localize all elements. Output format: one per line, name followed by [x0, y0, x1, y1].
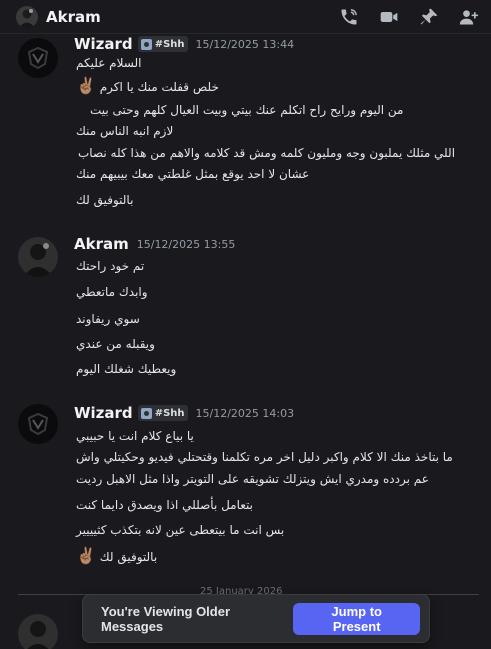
message-line: بالتوفيق لك: [76, 193, 134, 207]
wizard-avatar[interactable]: [18, 404, 58, 444]
message-line: يا بياع كلام انت يا حبيبي: [76, 429, 194, 443]
tag-label: #Shh: [154, 407, 185, 419]
message-line: ما بتاخذ منك الا كلام واكبر دليل اخر مره…: [76, 450, 453, 464]
message-line: بس انت ما بيتعطى عين لانه بتكذب كثيييير: [76, 523, 285, 537]
server-tag[interactable]: #Shh: [137, 405, 188, 421]
message-line: السلام عليكم: [76, 56, 142, 70]
pin-icon[interactable]: [417, 5, 441, 29]
akram-message-avatar[interactable]: [18, 237, 58, 277]
older-messages-text: You're Viewing Older Messages: [101, 603, 231, 634]
wizard-avatar[interactable]: [18, 38, 58, 78]
message-line: ✌🏽 بالتوفيق لك: [76, 546, 157, 565]
victory-hand-emoji: ✌🏽: [76, 546, 96, 565]
message-text: بالتوفيق لك: [99, 550, 158, 564]
message-timestamp: 15/12/2025 13:55: [136, 237, 236, 251]
server-tag[interactable]: #Shh: [137, 36, 188, 52]
voice-call-icon[interactable]: [337, 5, 361, 29]
video-call-icon[interactable]: [377, 5, 401, 29]
tag-icon: [140, 38, 152, 50]
older-messages-bar: You're Viewing Older Messages Jump to Pr…: [82, 594, 430, 643]
message-line: من اليوم ورايح راح اتكلم عنك بيتي وبيت ا…: [90, 103, 404, 117]
message-line: سوي ريفاوند: [76, 312, 140, 326]
message-timestamp: 15/12/2025 14:03: [195, 406, 295, 420]
message-line: بتعامل بأصللي اذا ويصدق دايما كنت: [76, 498, 254, 512]
message-line: عشان لا احد يوقع بمثل غلطتي معك بيبيهم م…: [76, 167, 310, 181]
message-line: لازم انبه الناس منك: [76, 124, 174, 138]
message-line: تم خود راحتك: [76, 259, 145, 273]
message-author[interactable]: Wizard: [74, 404, 133, 422]
header-title: Akram: [46, 7, 101, 26]
message-line: وابدك ماتعطي: [76, 285, 148, 299]
tag-label: #Shh: [154, 38, 185, 50]
akram-avatar[interactable]: [16, 5, 38, 28]
add-friends-icon[interactable]: [457, 5, 481, 29]
message-line: ✌🏽 خلص قفلت منك يا اكرم: [76, 76, 219, 95]
akram-message-avatar[interactable]: [18, 614, 58, 649]
message-author[interactable]: Akram: [74, 235, 129, 253]
message-text: خلص قفلت منك يا اكرم: [99, 80, 219, 94]
message-line: عم بردده ومدري ايش ويتزلك تشويقه على الت…: [76, 472, 429, 486]
message-timestamp: 15/12/2025 13:44: [195, 37, 295, 51]
message-author[interactable]: Wizard: [74, 35, 133, 53]
jump-to-present-button[interactable]: Jump to Present: [293, 602, 420, 635]
message-line: اللي مثلك يملبون وجه ومليون كلمه ومش قد …: [78, 146, 456, 160]
message-line: ويقبله من عندي: [76, 337, 155, 351]
victory-hand-emoji: ✌🏽: [76, 76, 96, 95]
tag-icon: [140, 407, 152, 419]
dm-header: Akram: [0, 0, 491, 34]
message-list[interactable]: Wizard #Shh 15/12/2025 13:44 السلام عليك…: [0, 34, 491, 649]
message-line: ويعطيك شغلك اليوم: [76, 362, 177, 376]
